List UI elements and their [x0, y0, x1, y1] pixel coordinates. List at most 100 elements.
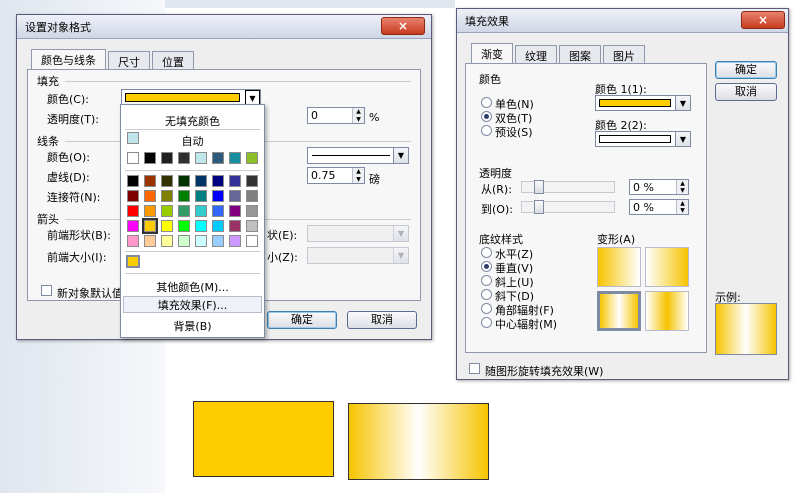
chevron-down-icon[interactable]: ▼	[675, 132, 690, 146]
color-swatch[interactable]	[127, 175, 139, 187]
color-swatch[interactable]	[161, 235, 173, 247]
spin-up-icon[interactable]: ▲	[676, 180, 688, 187]
color-swatch[interactable]	[195, 235, 207, 247]
color-swatch[interactable]	[246, 220, 258, 232]
tab-texture[interactable]: 纹理	[515, 45, 557, 63]
color-swatch[interactable]	[246, 205, 258, 217]
color-swatch[interactable]	[229, 220, 241, 232]
spin-up-icon[interactable]: ▲	[352, 168, 364, 176]
color-swatch[interactable]	[178, 190, 190, 202]
color-swatch[interactable]	[127, 235, 139, 247]
color-swatch[interactable]	[144, 190, 156, 202]
color-swatch[interactable]	[144, 175, 156, 187]
chevron-down-icon[interactable]: ▼	[393, 248, 408, 263]
color-swatch[interactable]	[161, 205, 173, 217]
one-color-radio[interactable]	[481, 97, 492, 108]
gradient-fill-rectangle[interactable]	[348, 403, 489, 480]
tab-picture[interactable]: 图片	[603, 45, 645, 63]
tab-colors-lines[interactable]: 颜色与线条	[31, 49, 106, 69]
tab-pattern[interactable]: 图案	[559, 45, 601, 63]
more-colors-option[interactable]: 其他颜色(M)...	[121, 279, 264, 295]
default-new-object-checkbox[interactable]	[41, 285, 52, 296]
end-size-select[interactable]: ▼	[307, 247, 409, 264]
cancel-button[interactable]: 取消	[715, 83, 777, 101]
color-swatch[interactable]	[229, 235, 241, 247]
tab-position[interactable]: 位置	[152, 51, 194, 69]
color-swatch[interactable]	[161, 220, 173, 232]
automatic-option[interactable]: 自动	[121, 133, 264, 149]
to-input[interactable]: 0 % ▲ ▼	[629, 199, 689, 215]
end-style-select[interactable]: ▼	[307, 225, 409, 242]
color-swatch[interactable]	[127, 220, 139, 232]
color-swatch[interactable]	[178, 220, 190, 232]
fill-effects-option[interactable]: 填充效果(F)...	[123, 296, 262, 313]
slider-thumb[interactable]	[534, 180, 544, 194]
fill-transparency-input[interactable]: 0 ▲ ▼	[307, 107, 365, 124]
color-swatch[interactable]	[246, 152, 258, 164]
color-swatch[interactable]	[229, 152, 241, 164]
recent-color-swatch[interactable]	[126, 255, 140, 268]
color-swatch[interactable]	[178, 205, 190, 217]
close-icon[interactable]: ×	[381, 17, 425, 35]
background-option[interactable]: 背景(B)	[121, 318, 264, 334]
slider-thumb[interactable]	[534, 200, 544, 214]
color-swatch[interactable]	[195, 175, 207, 187]
color1-select[interactable]: ▼	[595, 95, 691, 111]
color-swatch[interactable]	[229, 190, 241, 202]
color-swatch[interactable]	[212, 175, 224, 187]
color-swatch[interactable]	[246, 235, 258, 247]
tab-size[interactable]: 尺寸	[108, 51, 150, 69]
to-slider[interactable]	[521, 200, 615, 214]
color-swatch[interactable]	[144, 152, 156, 164]
shading-radio[interactable]	[481, 317, 492, 328]
color-swatch[interactable]	[161, 175, 173, 187]
ok-button[interactable]: 确定	[267, 311, 337, 329]
shading-radio[interactable]	[481, 303, 492, 314]
spin-down-icon[interactable]: ▼	[676, 187, 688, 194]
variant-tile-3[interactable]	[597, 291, 641, 331]
from-input[interactable]: 0 % ▲ ▼	[629, 179, 689, 195]
color-swatch[interactable]	[212, 220, 224, 232]
color-swatch[interactable]	[195, 205, 207, 217]
color-swatch[interactable]	[127, 205, 139, 217]
from-slider[interactable]	[521, 180, 615, 194]
close-icon[interactable]: ×	[741, 11, 785, 29]
line-style-select[interactable]: ▼	[307, 147, 409, 164]
rotate-with-shape-checkbox[interactable]	[469, 363, 480, 374]
spin-up-icon[interactable]: ▲	[352, 108, 364, 116]
solid-fill-rectangle[interactable]	[193, 401, 334, 477]
color2-select[interactable]: ▼	[595, 131, 691, 147]
color-swatch[interactable]	[127, 190, 139, 202]
two-colors-radio[interactable]	[481, 111, 492, 122]
chevron-down-icon[interactable]: ▼	[675, 96, 690, 110]
cancel-button[interactable]: 取消	[347, 311, 417, 329]
color-swatch[interactable]	[212, 205, 224, 217]
spin-down-icon[interactable]: ▼	[676, 207, 688, 214]
color-swatch[interactable]	[212, 190, 224, 202]
color-swatch[interactable]	[195, 220, 207, 232]
shading-radio[interactable]	[481, 289, 492, 300]
color-swatch[interactable]	[229, 205, 241, 217]
variant-tile-2[interactable]	[645, 247, 689, 287]
color-swatch[interactable]	[161, 190, 173, 202]
color-swatch[interactable]	[246, 190, 258, 202]
shading-radio[interactable]	[481, 247, 492, 258]
selected-color-swatch[interactable]	[142, 218, 158, 234]
color-swatch[interactable]	[161, 152, 173, 164]
chevron-down-icon[interactable]: ▼	[393, 148, 408, 163]
spin-up-icon[interactable]: ▲	[676, 200, 688, 207]
preset-radio[interactable]	[481, 125, 492, 136]
line-weight-input[interactable]: 0.75 ▲ ▼	[307, 167, 365, 184]
variant-tile-4[interactable]	[645, 291, 689, 331]
color-swatch[interactable]	[229, 175, 241, 187]
color-swatch[interactable]	[144, 235, 156, 247]
color-swatch[interactable]	[195, 152, 207, 164]
chevron-down-icon[interactable]: ▼	[245, 90, 260, 105]
color-swatch[interactable]	[246, 175, 258, 187]
tab-gradient[interactable]: 渐变	[471, 43, 513, 63]
color-swatch[interactable]	[144, 205, 156, 217]
color-swatch[interactable]	[212, 152, 224, 164]
shading-radio[interactable]	[481, 275, 492, 286]
color-swatch[interactable]	[178, 152, 190, 164]
ok-button[interactable]: 确定	[715, 61, 777, 79]
